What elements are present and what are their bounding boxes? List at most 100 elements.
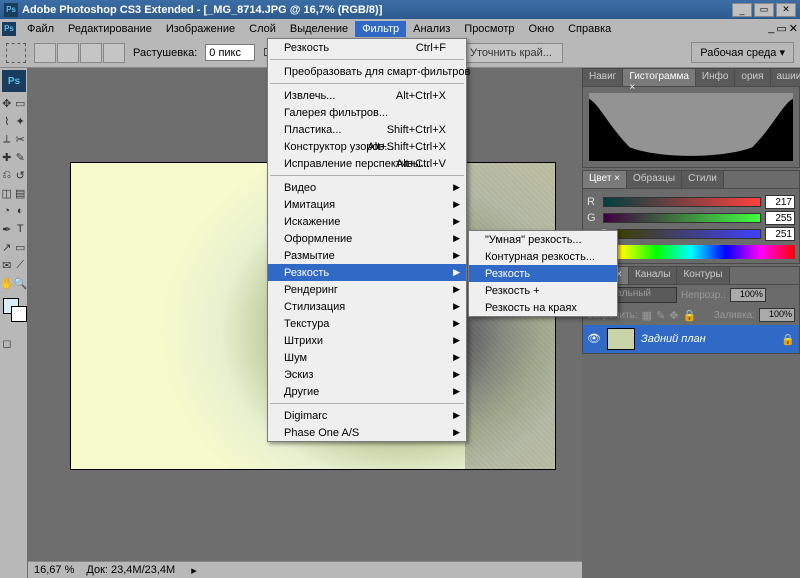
r-slider[interactable] [603, 197, 761, 207]
menu-item[interactable]: Стилизация▶ [268, 298, 466, 315]
lock-pixels-icon[interactable]: ✎ [656, 309, 665, 322]
color-swatches[interactable] [3, 298, 24, 328]
tab[interactable]: Гистограмма × [623, 69, 696, 86]
gradient-tool[interactable]: ▤ [14, 184, 28, 202]
menu-item[interactable]: Искажение▶ [268, 213, 466, 230]
marquee-tool[interactable]: ▭ [14, 94, 28, 112]
menu-item[interactable]: Имитация▶ [268, 196, 466, 213]
type-tool[interactable]: T [14, 220, 28, 238]
b-slider[interactable] [617, 229, 761, 239]
selection-new-icon[interactable] [34, 43, 56, 63]
menu-item[interactable]: РезкостьCtrl+F [268, 39, 466, 56]
r-input[interactable] [765, 195, 795, 209]
menu-item[interactable]: Видео▶ [268, 179, 466, 196]
eraser-tool[interactable]: ◫ [0, 184, 14, 202]
tab[interactable]: Образцы [627, 171, 682, 188]
move-tool[interactable]: ✥ [0, 94, 14, 112]
menu-item[interactable]: Извлечь...Alt+Ctrl+X [268, 87, 466, 104]
menu-выделение[interactable]: Выделение [283, 21, 355, 37]
menu-item[interactable]: Исправление перспективы...Alt+Ctrl+V [268, 155, 466, 172]
lasso-tool[interactable]: ⌇ [0, 112, 14, 130]
heal-tool[interactable]: ✚ [0, 148, 14, 166]
tab[interactable]: ория [735, 69, 770, 86]
tab[interactable]: Навиг [583, 69, 623, 86]
doc-restore-button[interactable]: ▭ [776, 22, 786, 35]
doc-close-button[interactable]: ✕ [789, 22, 798, 35]
dodge-tool[interactable]: ◐ [14, 202, 28, 220]
g-slider[interactable] [603, 213, 761, 223]
quickmask-toggle[interactable]: ◻ [0, 334, 14, 352]
menu-анализ[interactable]: Анализ [406, 21, 457, 37]
menu-item[interactable]: Текстура▶ [268, 315, 466, 332]
menu-item[interactable]: Phase One A/S▶ [268, 424, 466, 441]
menu-item[interactable]: Штрихи▶ [268, 332, 466, 349]
menu-item[interactable]: Резкость + [469, 282, 617, 299]
refine-edge-button[interactable]: Уточнить край... [459, 43, 563, 63]
opacity-input[interactable]: 100% [730, 288, 766, 302]
menu-item[interactable]: Конструктор узоров...Alt+Shift+Ctrl+X [268, 138, 466, 155]
stamp-tool[interactable]: ⎌ [0, 166, 14, 184]
color-spectrum[interactable] [587, 245, 795, 259]
menu-item[interactable]: Преобразовать для смарт-фильтров [268, 63, 466, 80]
tab[interactable]: Цвет × [583, 171, 627, 188]
menu-окно[interactable]: Окно [522, 21, 562, 37]
tab[interactable]: Контуры [677, 267, 729, 284]
g-input[interactable] [765, 211, 795, 225]
b-input[interactable] [765, 227, 795, 241]
menu-item[interactable]: Резкость [469, 265, 617, 282]
brush-tool[interactable]: ✎ [14, 148, 28, 166]
close-button[interactable]: ✕ [776, 3, 796, 17]
menu-файл[interactable]: Файл [20, 21, 61, 37]
doc-minimize-button[interactable]: _ [768, 22, 774, 35]
zoom-level[interactable]: 16,67 % [34, 564, 74, 576]
menu-item[interactable]: "Умная" резкость... [469, 231, 617, 248]
menu-item[interactable]: Шум▶ [268, 349, 466, 366]
lock-position-icon[interactable]: ✥ [669, 309, 678, 322]
menu-item[interactable]: Резкость на краях [469, 299, 617, 316]
menu-справка[interactable]: Справка [561, 21, 618, 37]
zoom-tool[interactable]: 🔍 [14, 274, 28, 292]
selection-subtract-icon[interactable] [80, 43, 102, 63]
menu-просмотр[interactable]: Просмотр [457, 21, 521, 37]
lock-all-icon[interactable]: 🔒 [683, 309, 697, 322]
menu-редактирование[interactable]: Редактирование [61, 21, 159, 37]
tool-preset-icon[interactable] [6, 43, 26, 63]
lock-transparency-icon[interactable]: ▦ [642, 309, 652, 322]
fill-input[interactable]: 100% [759, 308, 795, 322]
path-tool[interactable]: ↗ [0, 238, 14, 256]
workspace-switcher[interactable]: Рабочая среда ▾ [691, 42, 794, 63]
menu-item[interactable]: Оформление▶ [268, 230, 466, 247]
pen-tool[interactable]: ✒ [0, 220, 14, 238]
menu-item[interactable]: Контурная резкость... [469, 248, 617, 265]
menu-item[interactable]: Эскиз▶ [268, 366, 466, 383]
notes-tool[interactable]: ✉ [0, 256, 14, 274]
menu-item[interactable]: Галерея фильтров... [268, 104, 466, 121]
tab[interactable]: Стили [682, 171, 724, 188]
selection-intersect-icon[interactable] [103, 43, 125, 63]
menu-изображение[interactable]: Изображение [159, 21, 242, 37]
crop-tool[interactable]: ⟂ [0, 130, 14, 148]
menu-item[interactable]: Пластика...Shift+Ctrl+X [268, 121, 466, 138]
menu-item[interactable]: Другие▶ [268, 383, 466, 400]
minimize-button[interactable]: _ [732, 3, 752, 17]
maximize-button[interactable]: ▭ [754, 3, 774, 17]
selection-add-icon[interactable] [57, 43, 79, 63]
eyedropper-tool[interactable]: ⟋ [14, 256, 28, 274]
layer-item[interactable]: 👁 Задний план 🔒 [583, 325, 799, 353]
hand-tool[interactable]: ✋ [0, 274, 14, 292]
wand-tool[interactable]: ✦ [14, 112, 28, 130]
menu-item[interactable]: Рендеринг▶ [268, 281, 466, 298]
slice-tool[interactable]: ✂ [14, 130, 28, 148]
tab[interactable]: Инфо [696, 69, 736, 86]
shape-tool[interactable]: ▭ [14, 238, 28, 256]
tab[interactable]: Каналы [629, 267, 678, 284]
feather-input[interactable] [205, 44, 255, 61]
history-brush-tool[interactable]: ↺ [14, 166, 28, 184]
tab[interactable]: ашии [771, 69, 800, 86]
menu-слой[interactable]: Слой [242, 21, 283, 37]
menu-item[interactable]: Digimarc▶ [268, 407, 466, 424]
menu-item[interactable]: Размытие▶ [268, 247, 466, 264]
blur-tool[interactable]: ◔ [0, 202, 14, 220]
visibility-icon[interactable]: 👁 [587, 332, 601, 346]
menu-фильтр[interactable]: Фильтр [355, 21, 406, 37]
